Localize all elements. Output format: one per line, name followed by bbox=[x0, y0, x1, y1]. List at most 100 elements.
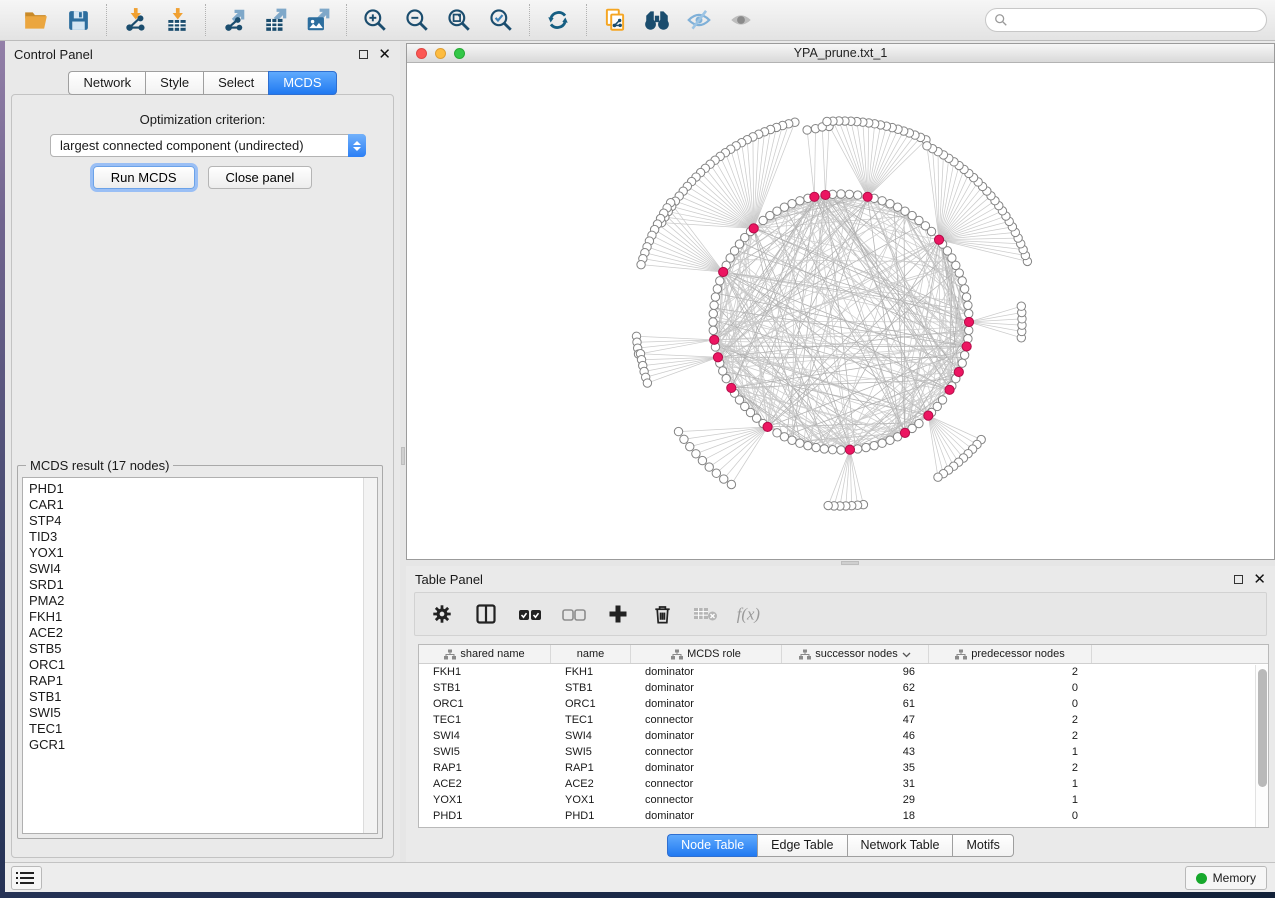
column-label: predecessor nodes bbox=[971, 648, 1065, 660]
tab-mcds[interactable]: MCDS bbox=[268, 71, 336, 95]
select-stepper-icon bbox=[348, 134, 366, 157]
tab-network-table[interactable]: Network Table bbox=[847, 834, 953, 857]
control-panel: Control Panel ✕ NetworkStyleSelectMCDS O… bbox=[5, 41, 400, 862]
tab-node-table[interactable]: Node Table bbox=[667, 834, 757, 857]
result-node-item[interactable]: TID3 bbox=[29, 529, 65, 545]
result-list-scrollbar[interactable] bbox=[363, 478, 377, 833]
show-all-button[interactable] bbox=[720, 4, 762, 36]
result-node-item[interactable]: ORC1 bbox=[29, 657, 65, 673]
table-scrollbar-thumb[interactable] bbox=[1258, 669, 1267, 787]
cell-successor-nodes: 61 bbox=[782, 698, 929, 710]
cell-mcds-role: connector bbox=[631, 746, 782, 758]
cell-predecessor-nodes: 1 bbox=[929, 746, 1092, 758]
import-network-button[interactable] bbox=[114, 4, 156, 36]
result-node-item[interactable]: FKH1 bbox=[29, 609, 65, 625]
table-scrollbar[interactable] bbox=[1255, 665, 1268, 827]
refresh-view-button[interactable] bbox=[537, 4, 579, 36]
column-label: name bbox=[577, 648, 605, 660]
cell-successor-nodes: 35 bbox=[782, 762, 929, 774]
select-all-button[interactable] bbox=[515, 599, 545, 629]
table-row[interactable]: SWI5SWI5connector431 bbox=[419, 744, 1268, 760]
column-header-shared-name[interactable]: shared name bbox=[419, 645, 551, 663]
column-header-predecessor-nodes[interactable]: predecessor nodes bbox=[929, 645, 1092, 663]
close-panel-icon[interactable]: ✕ bbox=[378, 50, 391, 59]
result-node-item[interactable]: SRD1 bbox=[29, 577, 65, 593]
search-box[interactable] bbox=[985, 8, 1267, 32]
export-table-button[interactable] bbox=[255, 4, 297, 36]
table-row[interactable]: RAP1RAP1dominator352 bbox=[419, 760, 1268, 776]
network-canvas[interactable] bbox=[407, 63, 1274, 559]
column-header-name[interactable]: name bbox=[551, 645, 631, 663]
zoom-fit-button[interactable] bbox=[438, 4, 480, 36]
cell-name: ORC1 bbox=[551, 698, 631, 710]
result-node-item[interactable]: CAR1 bbox=[29, 497, 65, 513]
tab-style[interactable]: Style bbox=[145, 71, 203, 95]
result-node-item[interactable]: SWI5 bbox=[29, 705, 65, 721]
result-node-item[interactable]: SWI4 bbox=[29, 561, 65, 577]
zoom-selected-icon bbox=[488, 7, 514, 33]
eye-icon bbox=[728, 7, 754, 33]
result-node-item[interactable]: PHD1 bbox=[29, 481, 65, 497]
zoom-selected-button[interactable] bbox=[480, 4, 522, 36]
shared-column-icon bbox=[955, 649, 967, 660]
mcds-result-list[interactable]: PHD1CAR1STP4TID3YOX1SWI4SRD1PMA2FKH1ACE2… bbox=[22, 477, 378, 834]
table-row[interactable]: PHD1PHD1dominator180 bbox=[419, 808, 1268, 824]
result-node-item[interactable]: ACE2 bbox=[29, 625, 65, 641]
result-node-item[interactable]: STB5 bbox=[29, 641, 65, 657]
result-node-item[interactable]: STP4 bbox=[29, 513, 65, 529]
column-header-successor-nodes[interactable]: successor nodes bbox=[782, 645, 929, 663]
cell-shared-name: STB1 bbox=[419, 682, 551, 694]
float-window-icon[interactable] bbox=[359, 50, 368, 59]
table-row[interactable]: ACE2ACE2connector311 bbox=[419, 776, 1268, 792]
zoom-in-button[interactable] bbox=[354, 4, 396, 36]
fx-icon: f(x) bbox=[735, 601, 765, 627]
export-network-button[interactable] bbox=[213, 4, 255, 36]
table-row[interactable]: TEC1TEC1connector472 bbox=[419, 712, 1268, 728]
table-row[interactable]: STB1STB1dominator620 bbox=[419, 680, 1268, 696]
column-layout-button[interactable] bbox=[471, 599, 501, 629]
tab-select[interactable]: Select bbox=[203, 71, 268, 95]
close-panel-button[interactable]: Close panel bbox=[208, 166, 313, 189]
add-column-button[interactable] bbox=[603, 599, 633, 629]
result-node-item[interactable]: GCR1 bbox=[29, 737, 65, 753]
frames-list-button[interactable] bbox=[11, 866, 42, 890]
deselect-all-button[interactable] bbox=[559, 599, 589, 629]
tab-edge-table[interactable]: Edge Table bbox=[757, 834, 846, 857]
cell-predecessor-nodes: 0 bbox=[929, 698, 1092, 710]
hide-selected-button[interactable] bbox=[678, 4, 720, 36]
search-network-button[interactable] bbox=[636, 4, 678, 36]
table-row[interactable]: SWI4SWI4dominator462 bbox=[419, 728, 1268, 744]
import-table-button[interactable] bbox=[156, 4, 198, 36]
tab-network[interactable]: Network bbox=[68, 71, 145, 95]
main-toolbar bbox=[0, 0, 1275, 41]
column-header-mcds-role[interactable]: MCDS role bbox=[631, 645, 782, 663]
result-node-item[interactable]: YOX1 bbox=[29, 545, 65, 561]
result-node-item[interactable]: STB1 bbox=[29, 689, 65, 705]
app-window: Control Panel ✕ NetworkStyleSelectMCDS O… bbox=[5, 41, 1275, 892]
save-icon bbox=[66, 8, 91, 33]
open-file-button[interactable] bbox=[15, 4, 57, 36]
run-mcds-button[interactable]: Run MCDS bbox=[93, 166, 195, 189]
share-document-button[interactable] bbox=[594, 4, 636, 36]
table-row[interactable]: YOX1YOX1connector291 bbox=[419, 792, 1268, 808]
table-toolbar: f(x) bbox=[414, 592, 1267, 636]
table-settings-button[interactable] bbox=[427, 599, 457, 629]
network-window-titlebar[interactable]: YPA_prune.txt_1 bbox=[407, 44, 1274, 63]
criterion-select[interactable]: largest connected component (undirected) bbox=[50, 134, 366, 157]
result-node-item[interactable]: RAP1 bbox=[29, 673, 65, 689]
zoom-out-button[interactable] bbox=[396, 4, 438, 36]
tab-motifs[interactable]: Motifs bbox=[952, 834, 1013, 857]
search-input[interactable] bbox=[1008, 12, 1258, 28]
float-table-panel-icon[interactable] bbox=[1234, 575, 1243, 584]
result-node-item[interactable]: TEC1 bbox=[29, 721, 65, 737]
save-session-button[interactable] bbox=[57, 4, 99, 36]
close-table-panel-icon[interactable]: ✕ bbox=[1253, 575, 1266, 584]
table-row[interactable]: ORC1ORC1dominator610 bbox=[419, 696, 1268, 712]
result-node-item[interactable]: PMA2 bbox=[29, 593, 65, 609]
delete-column-button[interactable] bbox=[647, 599, 677, 629]
memory-button[interactable]: Memory bbox=[1185, 866, 1267, 890]
table-row[interactable]: FKH1FKH1dominator962 bbox=[419, 664, 1268, 680]
open-folder-icon bbox=[23, 7, 49, 33]
export-image-button[interactable] bbox=[297, 4, 339, 36]
cell-shared-name: RAP1 bbox=[419, 762, 551, 774]
